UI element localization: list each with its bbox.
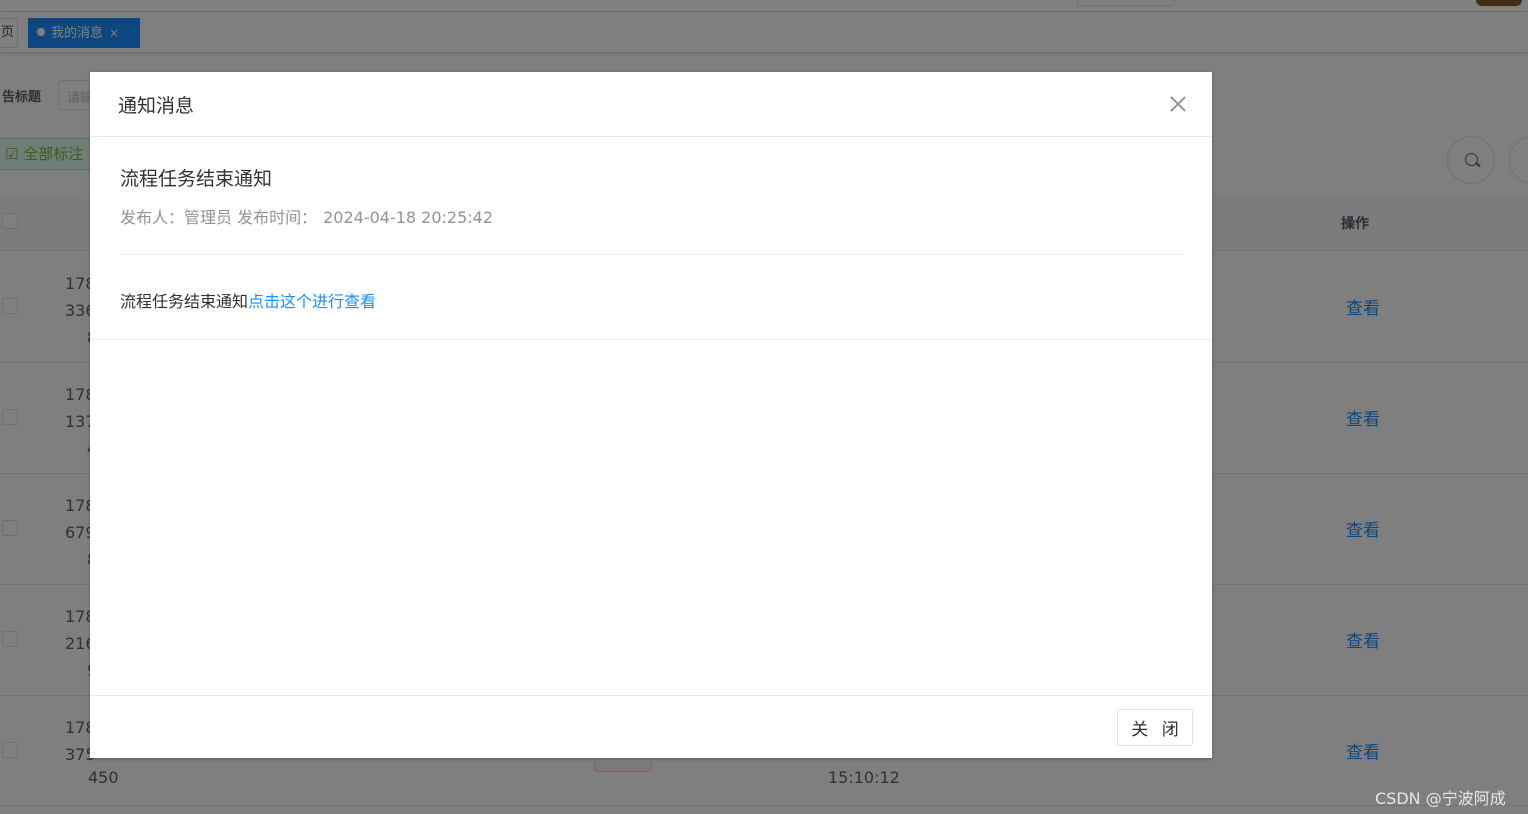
watermark: CSDN @宁波阿成 <box>1375 789 1506 808</box>
notification-dialog: 通知消息 流程任务结束通知 发布人：管理员 发布时间： 2024-04-18 20… <box>90 72 1212 758</box>
close-button[interactable]: 关 闭 <box>1117 709 1193 746</box>
close-icon[interactable] <box>1168 94 1188 114</box>
dialog-title: 通知消息 <box>118 95 195 117</box>
message-meta: 发布人：管理员 发布时间： 2024-04-18 20:25:42 <box>120 204 493 228</box>
message-content-text: 流程任务结束通知 <box>120 292 249 311</box>
dialog-footer: 关 闭 <box>90 695 1212 758</box>
message-title: 流程任务结束通知 <box>120 168 273 190</box>
view-detail-link[interactable]: 点击这个进行查看 <box>248 292 376 311</box>
message-time: 2024-04-18 20:25:42 <box>323 208 494 227</box>
message-detail: 流程任务结束通知 发布人：管理员 发布时间： 2024-04-18 20:25:4… <box>90 138 1212 340</box>
message-content: 流程任务结束通知点击这个进行查看 <box>120 288 376 312</box>
dialog-header: 通知消息 <box>90 72 1212 137</box>
message-publisher: 发布人：管理员 发布时间： <box>120 208 318 227</box>
divider <box>120 254 1182 255</box>
